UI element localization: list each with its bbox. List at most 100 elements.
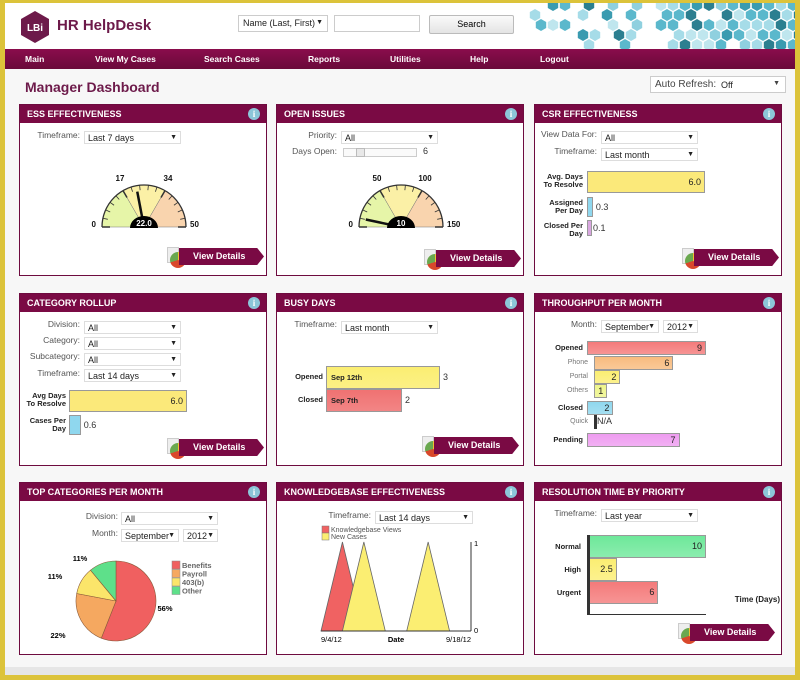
panel-header: KNOWLEDGEBASE EFFECTIVENESS i	[277, 483, 523, 501]
chevron-down-icon: ▼	[170, 324, 177, 331]
category-value: All	[88, 339, 99, 349]
hexagon-shape	[715, 39, 727, 49]
gauge-tick	[404, 185, 406, 191]
view-details-button[interactable]: View Details	[167, 247, 267, 269]
view-details-button[interactable]: View Details	[422, 436, 522, 458]
hexagon-shape	[781, 9, 793, 21]
category-select[interactable]: All ▼	[84, 337, 181, 350]
timeframe-value: Last month	[605, 150, 650, 160]
app-title: HR HelpDesk	[57, 17, 152, 34]
x-axis-line	[587, 614, 706, 615]
priority-select[interactable]: All ▼	[341, 131, 438, 144]
hexagon-shape	[589, 29, 601, 41]
bar: 2	[594, 370, 621, 384]
month-select[interactable]: September ▼	[121, 529, 179, 542]
info-icon[interactable]: i	[763, 486, 775, 498]
chevron-down-icon: ▼	[170, 372, 177, 379]
timeframe-select[interactable]: Last year ▼	[601, 509, 698, 522]
hexagon-shape	[733, 29, 745, 41]
nav-main[interactable]: Main	[25, 49, 44, 69]
timeframe-select[interactable]: Last 14 days ▼	[84, 369, 181, 382]
hexagon-shape	[721, 29, 733, 41]
hexagon-shape	[535, 19, 547, 31]
division-select[interactable]: All ▼	[121, 512, 218, 525]
info-icon[interactable]: i	[248, 297, 260, 309]
panel-header: OPEN ISSUES i	[277, 105, 523, 123]
view-details-label: View Details	[434, 437, 519, 454]
gauge-tick-label: 50	[373, 174, 382, 183]
nav-logout[interactable]: Logout	[540, 49, 569, 69]
timeframe-select[interactable]: Last month ▼	[341, 321, 438, 334]
year-select[interactable]: 2012 ▼	[663, 320, 698, 333]
nav-help[interactable]: Help	[470, 49, 488, 69]
month-value: September	[125, 531, 170, 541]
priority-label: Priority:	[308, 130, 337, 140]
timeframe-select[interactable]: Last 7 days ▼	[84, 131, 181, 144]
main-nav: Main View My Cases Search Cases Reports …	[5, 49, 795, 69]
info-icon[interactable]: i	[505, 108, 517, 120]
bar-label: Closed Per Day	[543, 221, 583, 238]
subcategory-select[interactable]: All ▼	[84, 353, 181, 366]
hexagon-shape	[613, 29, 625, 41]
nav-search-cases[interactable]: Search Cases	[204, 49, 260, 69]
hexagon-shape	[577, 9, 589, 21]
hexagon-shape	[667, 39, 679, 49]
hexagon-shape	[787, 39, 795, 49]
hexagon-shape	[607, 3, 619, 11]
bar-label: Normal	[555, 542, 581, 551]
hexagon-shape	[691, 19, 703, 31]
hexagon-shape	[691, 3, 703, 11]
nav-view-my-cases[interactable]: View My Cases	[95, 49, 156, 69]
info-icon[interactable]: i	[505, 297, 517, 309]
view-details-button[interactable]: View Details	[424, 249, 524, 271]
chevron-down-icon: ▼	[648, 323, 655, 330]
slider-thumb[interactable]	[356, 148, 366, 157]
division-select[interactable]: All ▼	[84, 321, 181, 334]
legend-label: Other	[182, 587, 202, 596]
month-label: Month:	[571, 319, 597, 329]
hexagon-shape	[769, 9, 781, 21]
nav-reports[interactable]: Reports	[308, 49, 340, 69]
info-icon[interactable]: i	[763, 108, 775, 120]
days-open-slider[interactable]	[343, 148, 417, 157]
hexagon-shape	[559, 19, 571, 31]
view-details-label: View Details	[690, 624, 775, 641]
app-frame: LBi HR HelpDesk Name (Last, First) ▼ Sea…	[5, 3, 795, 675]
gauge-value: 10	[397, 219, 406, 228]
bar-label: Opened	[555, 343, 583, 352]
auto-refresh-select[interactable]: Auto Refresh: Off ▼	[650, 76, 786, 93]
view-details-button[interactable]: View Details	[167, 438, 267, 460]
panel-header: TOP CATEGORIES PER MONTH i	[20, 483, 266, 501]
hexagon-shape	[739, 3, 751, 11]
hexagon-shape	[793, 31, 795, 39]
info-icon[interactable]: i	[248, 108, 260, 120]
timeframe-label: Timeframe:	[37, 368, 80, 378]
bar-label: Phone	[567, 359, 588, 366]
search-type-select[interactable]: Name (Last, First) ▼	[238, 15, 328, 32]
hexagon-shape	[703, 3, 715, 11]
view-details-label: View Details	[179, 439, 264, 456]
chevron-down-icon: ▼	[687, 151, 694, 158]
bar-label: Cases Per Day	[29, 416, 66, 433]
header: LBi HR HelpDesk Name (Last, First) ▼ Sea…	[5, 3, 795, 49]
hexagon-shape	[715, 3, 727, 11]
bar-value: 3	[443, 372, 449, 382]
bar-label: Closed	[557, 403, 583, 412]
nav-utilities[interactable]: Utilities	[390, 49, 421, 69]
info-icon[interactable]: i	[248, 486, 260, 498]
chevron-down-icon: ▼	[207, 532, 214, 539]
info-icon[interactable]: i	[505, 486, 517, 498]
search-button[interactable]: Search	[429, 15, 514, 34]
view-details-button[interactable]: View Details	[678, 623, 778, 645]
hexagon-shape	[697, 29, 709, 41]
month-select[interactable]: September ▼	[601, 320, 659, 333]
info-icon[interactable]: i	[763, 297, 775, 309]
timeframe-label: Timeframe:	[554, 146, 597, 156]
view-data-for-select[interactable]: All ▼	[601, 131, 698, 144]
year-select[interactable]: 2012 ▼	[183, 529, 218, 542]
bar-label: Avg Days To Resolve	[26, 391, 66, 408]
pie-data-label: 56%	[157, 604, 172, 613]
view-details-button[interactable]: View Details	[682, 248, 782, 270]
search-input[interactable]	[334, 15, 420, 32]
timeframe-select[interactable]: Last month ▼	[601, 148, 698, 161]
